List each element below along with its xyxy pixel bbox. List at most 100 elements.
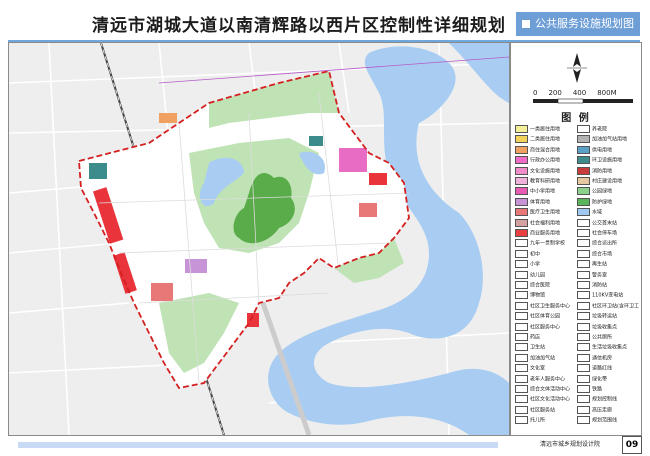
legend-item: 博物馆 bbox=[515, 291, 577, 300]
legend-swatch bbox=[577, 125, 590, 133]
legend-label: 公交首末站 bbox=[592, 220, 618, 227]
clinic-block-east bbox=[359, 203, 377, 217]
legend-item: 规划范围线 bbox=[577, 416, 639, 425]
legend-swatch bbox=[577, 218, 590, 227]
legend-label: 消防用地 bbox=[592, 168, 613, 175]
legend-swatch bbox=[577, 405, 590, 414]
legend-swatch bbox=[577, 333, 590, 341]
legend-swatch bbox=[577, 187, 590, 196]
utility-block bbox=[89, 163, 107, 179]
legend-swatch bbox=[577, 145, 590, 154]
legend-label: 供电用地 bbox=[592, 147, 613, 154]
legend-label: 小学 bbox=[530, 261, 541, 268]
legend-swatch bbox=[515, 385, 528, 393]
legend-swatch bbox=[515, 218, 528, 227]
legend-swatch bbox=[515, 364, 528, 373]
legend-label: 老年人服务中心 bbox=[530, 376, 566, 383]
legend-swatch bbox=[515, 312, 528, 321]
legend-item: 托儿所 bbox=[515, 416, 577, 425]
legend-item: 老年人服务中心 bbox=[515, 374, 577, 384]
legend-item: 警务室 bbox=[577, 270, 639, 280]
legend-swatch bbox=[515, 374, 528, 383]
legend-label: 中小学用地 bbox=[530, 188, 556, 195]
legend-label: 环卫设施用地 bbox=[592, 157, 623, 164]
planning-map bbox=[9, 43, 509, 435]
legend-label: 公共厕所 bbox=[592, 334, 613, 341]
commercial-block-east bbox=[369, 173, 387, 185]
legend-label: 水域 bbox=[592, 209, 603, 216]
legend-swatch bbox=[515, 260, 528, 269]
title-bar: 清远市湖城大道以南清辉路以西片区控制性详细规划 公共服务设施规划图 bbox=[8, 6, 640, 42]
legend-label: 社区服务站 bbox=[530, 407, 556, 414]
legend-panel: 0 200 400 800M 图 例 一类居住用地 二类居住用地 商住混合用地 行政办公用地… bbox=[510, 42, 642, 436]
legend-label: 商业服务用地 bbox=[530, 230, 561, 237]
legend-swatch bbox=[577, 208, 590, 217]
legend-label: 综合派出所 bbox=[592, 240, 618, 247]
legend-item: 商业服务用地 bbox=[515, 229, 577, 238]
legend-swatch bbox=[577, 374, 590, 383]
legend-item: 110KV变电站 bbox=[577, 291, 639, 300]
legend-swatch bbox=[515, 343, 528, 352]
legend-item: 社区卫生服务中心 bbox=[515, 301, 577, 311]
legend-item: 供电用地 bbox=[577, 145, 639, 155]
legend-label: 警务室 bbox=[592, 272, 608, 279]
utility-block-north bbox=[309, 136, 323, 146]
legend-swatch bbox=[515, 197, 528, 206]
legend-label: 村庄建设用地 bbox=[592, 178, 623, 185]
legend-label: 药店 bbox=[530, 334, 541, 341]
legend-swatch bbox=[515, 301, 528, 310]
legend-label: 综合市场 bbox=[592, 251, 613, 258]
legend-label: 加油加气站用地 bbox=[592, 136, 628, 143]
legend-swatch bbox=[577, 281, 590, 289]
legend-label: 社区文化活动中心 bbox=[530, 396, 571, 403]
legend-swatch bbox=[577, 260, 590, 269]
legend-label: 社会停车场 bbox=[592, 230, 618, 237]
legend-swatch bbox=[515, 322, 528, 331]
legend-swatch bbox=[577, 395, 590, 404]
legend-swatch bbox=[515, 270, 528, 279]
legend-item: 再生站 bbox=[577, 260, 639, 269]
commercial-block-south bbox=[247, 313, 259, 327]
legend-item: 道路红线 bbox=[577, 364, 639, 373]
legend-label: 文化室 bbox=[530, 365, 546, 372]
legend-swatch bbox=[577, 239, 590, 248]
legend-swatch bbox=[577, 229, 590, 237]
legend-item: 教育科研用地 bbox=[515, 177, 577, 186]
legend-item: 社区体育公园 bbox=[515, 312, 577, 321]
legend-item: 社区服务站 bbox=[515, 405, 577, 415]
legend-item: 卫生站 bbox=[515, 343, 577, 352]
legend-item: 九年一贯制学校 bbox=[515, 239, 577, 248]
legend-label: 文化设施用地 bbox=[530, 168, 561, 175]
legend-item: 公交首末站 bbox=[577, 218, 639, 228]
legend-item: 公共厕所 bbox=[577, 333, 639, 342]
legend-item: 防护绿地 bbox=[577, 197, 639, 207]
legend-label: 道路红线 bbox=[592, 365, 613, 372]
legend-item: 生活垃圾收集点 bbox=[577, 343, 639, 352]
legend-label: 规划控制线 bbox=[592, 396, 618, 403]
north-arrow-icon bbox=[567, 53, 587, 83]
legend-label: 二类居住用地 bbox=[530, 136, 561, 143]
legend-item: 体育用地 bbox=[515, 197, 577, 207]
legend-item: 社区环卫站(含环卫工休息) bbox=[577, 301, 639, 311]
legend-swatch bbox=[577, 270, 590, 279]
legend-label: 生活垃圾收集点 bbox=[592, 344, 628, 351]
legend-item: 商住混合用地 bbox=[515, 145, 577, 155]
legend-item: 通信机房 bbox=[577, 353, 639, 363]
map-sheet: 清远市湖城大道以南清辉路以西片区控制性详细规划 公共服务设施规划图 0 200 … bbox=[0, 0, 650, 456]
legend-swatch bbox=[577, 322, 590, 331]
legend-swatch bbox=[577, 135, 590, 144]
legend-label: 垃圾转运站 bbox=[592, 313, 618, 320]
legend-swatch bbox=[515, 166, 528, 175]
legend-swatch bbox=[515, 353, 528, 362]
legend-swatch bbox=[515, 135, 528, 144]
legend-item: 垃圾收集点 bbox=[577, 322, 639, 332]
page-number: 09 bbox=[622, 436, 642, 454]
legend-swatch bbox=[515, 416, 528, 425]
legend-swatch bbox=[577, 291, 590, 300]
legend-label: 防护绿地 bbox=[592, 199, 613, 206]
legend-swatch bbox=[515, 125, 528, 133]
map-canvas[interactable] bbox=[8, 42, 510, 436]
legend-item: 消防用地 bbox=[577, 166, 639, 176]
legend-item: 社会福利用地 bbox=[515, 218, 577, 228]
legend-item: 环卫设施用地 bbox=[577, 156, 639, 165]
